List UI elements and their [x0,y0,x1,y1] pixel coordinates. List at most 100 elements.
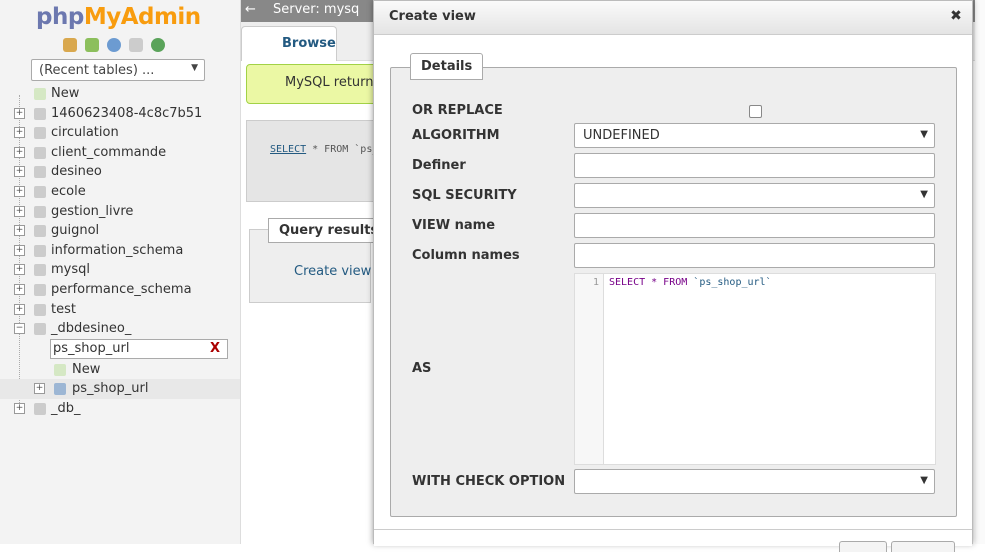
success-text: MySQL returne [285,75,382,90]
tree-item-label: New [72,362,101,377]
tree-item-label: mysql [51,262,90,278]
database-icon [34,127,46,140]
view-name-label: VIEW name [412,218,496,233]
algorithm-label: ALGORITHM [412,128,500,143]
database-icon [34,166,46,179]
tree-item-label: 1460623408-4c8c7b51 [51,105,203,121]
expand-icon[interactable]: + [14,127,25,139]
code-table-name: `ps_shop_url` [693,277,772,288]
expand-icon[interactable]: + [14,205,25,217]
expand-icon[interactable]: + [14,264,25,276]
as-label: AS [412,361,432,376]
database-icon [34,283,46,296]
collapse-icon[interactable]: − [14,323,25,335]
home-icon[interactable] [63,38,77,52]
tree-item-db[interactable]: + mysql [0,260,240,280]
cancel-button[interactable] [891,541,955,552]
tree-item-db-expanded[interactable]: − _dbdesineo_ [0,319,240,339]
check-option-select[interactable]: ▼ [574,469,935,494]
database-icon [34,323,46,336]
table-filter-input[interactable]: ps_shop_url X [50,339,228,359]
expand-icon[interactable]: + [14,283,25,295]
definer-input[interactable] [574,153,935,178]
recent-tables-select[interactable]: (Recent tables) ... ▼ [31,59,205,81]
logo-myadmin: MyAdmin [83,4,201,30]
view-name-input[interactable] [574,213,935,238]
view-icon [54,383,66,395]
code-line: SELECT * FROM `ps_shop_url` [609,277,772,288]
clear-filter-icon[interactable]: X [210,341,220,356]
tree-item-label: circulation [51,125,119,141]
logo-php: php [36,4,84,30]
database-icon [34,146,46,159]
help-icon[interactable] [107,38,121,52]
tree-item-label: client_commande [51,144,167,160]
new-table-icon [54,364,66,376]
tree-item-db[interactable]: + information_schema [0,241,240,261]
logout-icon[interactable] [85,38,99,52]
sql-query-box: SELECT * FROM `ps_ [246,120,388,202]
dialog-titlebar[interactable]: Create view ✖ [374,1,972,35]
database-icon [34,403,46,415]
expand-icon[interactable]: + [14,244,25,256]
breadcrumb-server[interactable]: Server: mysq [273,2,359,17]
expand-icon[interactable]: + [14,225,25,237]
tree-item-db[interactable]: + desineo [0,162,240,182]
tree-item-db[interactable]: + performance_schema [0,280,240,300]
tree-item-db[interactable]: + ecole [0,182,240,202]
expand-icon[interactable]: + [34,383,45,394]
line-gutter: 1 [575,274,604,464]
algorithm-select[interactable]: UNDEFINED ▼ [574,123,935,148]
expand-icon[interactable]: + [14,185,25,197]
create-view-link[interactable]: Create view [294,264,371,279]
or-replace-checkbox[interactable] [749,105,762,118]
tab-label: Browse [282,36,336,51]
tree-item-db[interactable]: +1460623408-4c8c7b51 [0,104,240,124]
tree-item-db[interactable]: + circulation [0,123,240,143]
phpmyadmin-logo[interactable]: phpMyAdmin [36,4,201,30]
tree-item-label: _db_ [51,401,81,416]
create-view-dialog: Create view ✖ Details OR REPLACE ALGORIT… [373,0,973,552]
tree-item-db[interactable]: + guignol [0,221,240,241]
tree-item-label: _dbdesineo_ [51,321,132,337]
tree-item-label: test [51,301,76,317]
tree-item-db[interactable]: + client_commande [0,143,240,163]
filter-value: ps_shop_url [53,341,130,356]
sql-security-label: SQL SECURITY [412,188,517,203]
back-arrow-icon[interactable]: ← [245,2,256,17]
code-keywords: SELECT * FROM [609,277,694,288]
tree-item-db[interactable]: + test [0,300,240,320]
expand-icon[interactable]: + [14,146,25,158]
tree-item-table-selected[interactable]: + ps_shop_url [0,379,240,399]
details-legend: Details [410,53,484,80]
scrollbar[interactable] [975,0,985,544]
close-icon[interactable]: ✖ [948,8,964,24]
check-option-label: WITH CHECK OPTION [412,474,566,489]
expand-icon[interactable]: + [14,403,25,414]
chevron-down-icon: ▼ [191,63,198,73]
tree-item-label: guignol [51,223,100,239]
tree-item-label: desineo [51,164,102,180]
docs-icon[interactable] [129,38,143,52]
tree-item-db[interactable]: + gestion_livre [0,202,240,222]
recent-tables-value: (Recent tables) ... [39,63,155,78]
column-names-input[interactable] [574,243,935,268]
database-icon [34,185,46,198]
database-tree: New +1460623408-4c8c7b51 + circulation + c… [0,84,240,339]
database-icon [34,205,46,218]
tab-browse[interactable]: Browse [241,26,337,61]
tree-item-new-table[interactable]: New [0,360,240,380]
column-names-label: Column names [412,248,520,263]
tree-item-db[interactable]: + _db_ [0,399,240,419]
sql-security-select[interactable]: ▼ [574,183,935,208]
chevron-down-icon: ▼ [920,189,928,200]
reload-icon[interactable] [151,38,165,52]
dialog-title: Create view [389,9,476,24]
tree-item-new[interactable]: New [0,84,240,104]
go-button[interactable] [839,541,887,552]
expand-icon[interactable]: + [14,107,25,119]
expand-icon[interactable]: + [14,166,25,178]
expand-icon[interactable]: + [14,303,25,315]
as-sql-editor[interactable]: 1 SELECT * FROM `ps_shop_url` [574,273,936,465]
database-icon [34,264,46,277]
